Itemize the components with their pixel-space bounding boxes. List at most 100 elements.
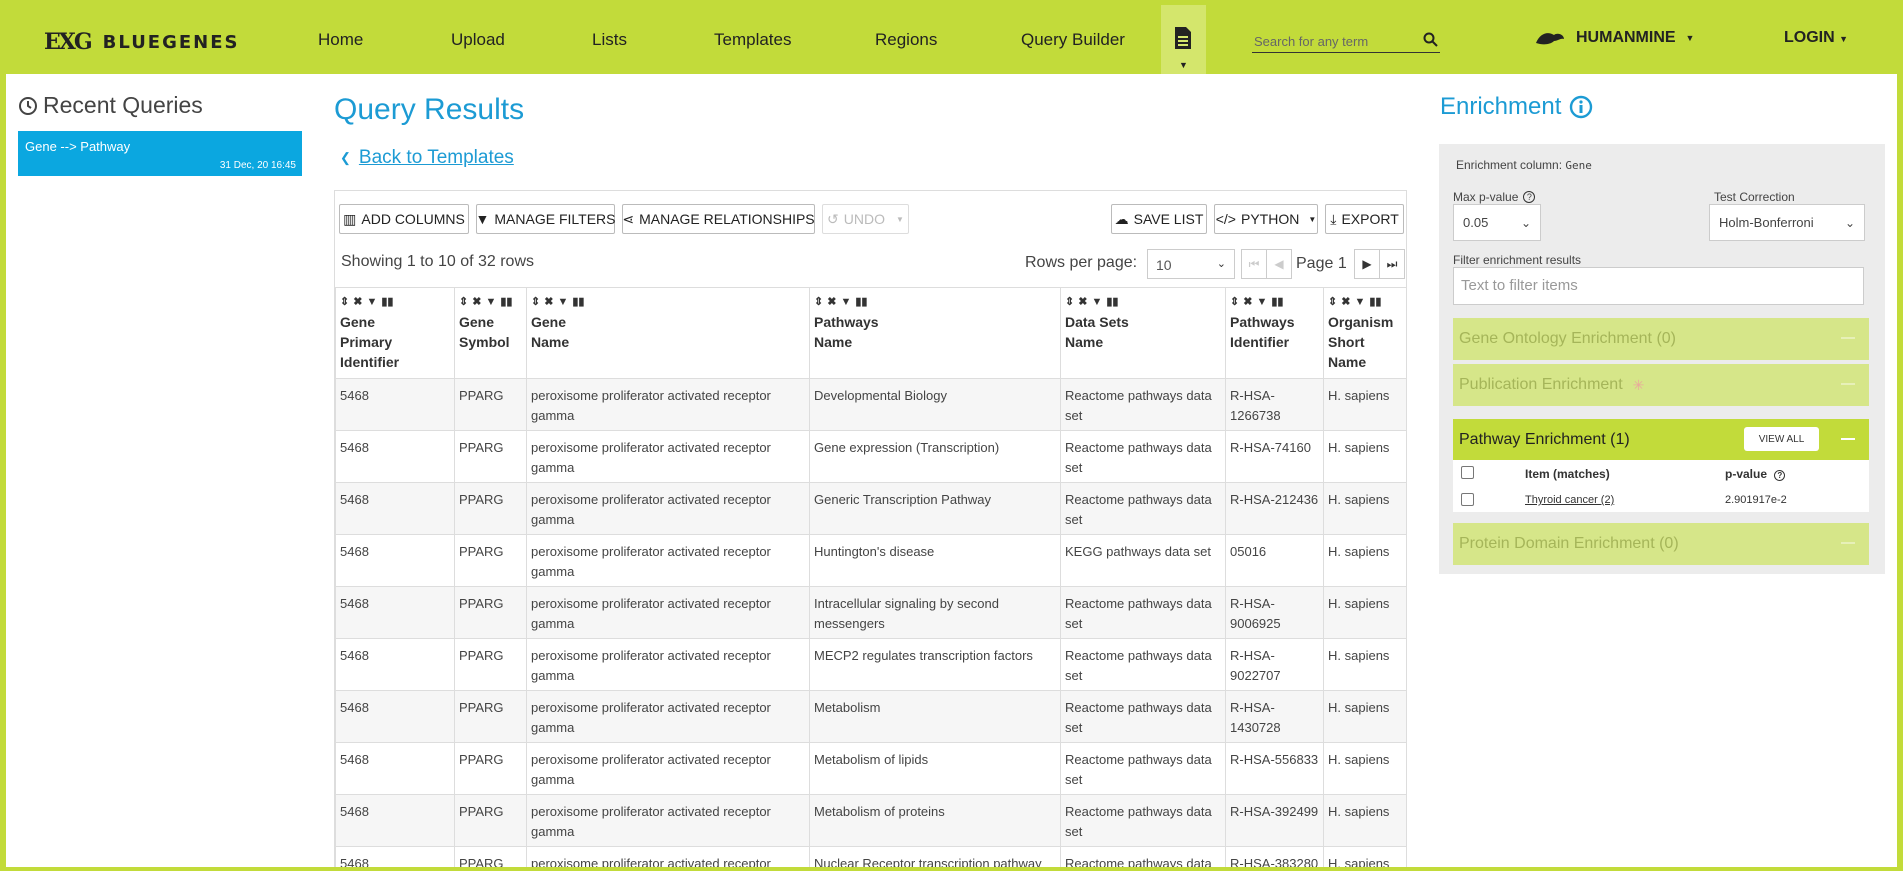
remove-column-icon[interactable]: ✖	[544, 292, 553, 312]
table-row[interactable]: 5468 PPARG peroxisome proliferator activat…	[335, 482, 1407, 535]
table-cell: R-HSA-392499	[1225, 794, 1324, 847]
chart-icon[interactable]: ▮▮	[1106, 292, 1118, 312]
mine-logo-icon	[1536, 33, 1564, 45]
sort-icon[interactable]: ⇕	[531, 292, 540, 312]
collapse-icon[interactable]	[1841, 337, 1855, 339]
recent-query-item[interactable]: Gene --> Pathway 31 Dec, 20 16:45	[18, 131, 302, 176]
pathway-enrichment-section[interactable]: Pathway Enrichment (1) VIEW ALL	[1453, 419, 1869, 461]
protein-domain-enrichment-section[interactable]: Protein Domain Enrichment (0)	[1453, 523, 1869, 565]
brand[interactable]: EXG BLUEGENES	[44, 29, 240, 55]
prev-page-button[interactable]: ◀	[1266, 249, 1292, 279]
table-row[interactable]: 5468 PPARG peroxisome proliferator activat…	[335, 430, 1407, 483]
collapse-icon[interactable]	[1841, 438, 1855, 440]
sort-icon[interactable]: ⇕	[1230, 292, 1239, 312]
test-correction-select[interactable]: Holm-Bonferroni ⌄	[1709, 204, 1865, 241]
table-cell: PPARG	[454, 378, 527, 431]
column-header[interactable]: ⇕ ✖ ▼ ▮▮ Pathways Identifier	[1225, 287, 1324, 379]
search-input[interactable]: Search for any term	[1252, 32, 1440, 53]
go-enrichment-section[interactable]: Gene Ontology Enrichment (0)	[1453, 318, 1869, 360]
filter-icon[interactable]: ▼	[557, 292, 568, 312]
filter-enrichment-input[interactable]: Text to filter items	[1453, 267, 1864, 305]
manage-filters-button[interactable]: ▼ MANAGE FILTERS	[476, 204, 615, 234]
column-header[interactable]: ⇕ ✖ ▼ ▮▮ Gene Symbol	[454, 287, 527, 379]
table-row[interactable]: 5468 PPARG peroxisome proliferator activat…	[335, 638, 1407, 691]
table-row[interactable]: 5468 PPARG peroxisome proliferator activat…	[335, 742, 1407, 795]
filter-icon[interactable]: ▼	[1256, 292, 1267, 312]
remove-column-icon[interactable]: ✖	[1341, 292, 1350, 312]
table-row[interactable]: 5468 PPARG peroxisome proliferator activat…	[335, 378, 1407, 431]
remove-column-icon[interactable]: ✖	[472, 292, 481, 312]
column-tools: ⇕ ✖ ▼ ▮▮	[1065, 294, 1221, 310]
table-row[interactable]: 5468 PPARG peroxisome proliferator activat…	[335, 534, 1407, 587]
search-icon[interactable]	[1423, 32, 1438, 47]
item-checkbox[interactable]	[1461, 493, 1474, 506]
table-cell: peroxisome proliferator activated recept…	[526, 534, 810, 587]
first-page-button[interactable]: ⏮	[1241, 249, 1267, 279]
login-button[interactable]: LOGIN ▼	[1784, 29, 1848, 47]
collapse-icon[interactable]	[1841, 542, 1855, 544]
publication-enrichment-section[interactable]: Publication Enrichment ✳	[1453, 364, 1869, 406]
python-button[interactable]: </> PYTHON ▼	[1214, 204, 1318, 234]
table-cell: Intracellular signaling by second messen…	[809, 586, 1061, 639]
table-row[interactable]: 5468 PPARG peroxisome proliferator activat…	[335, 794, 1407, 847]
sort-icon[interactable]: ⇕	[459, 292, 468, 312]
column-header[interactable]: ⇕ ✖ ▼ ▮▮ Pathways Name	[809, 287, 1061, 379]
remove-column-icon[interactable]: ✖	[827, 292, 836, 312]
column-header[interactable]: ⇕ ✖ ▼ ▮▮ Gene Name	[526, 287, 810, 379]
nav-query-builder[interactable]: Query Builder	[1021, 30, 1125, 50]
back-to-templates-link[interactable]: ❮ Back to Templates	[340, 147, 514, 169]
filter-icon[interactable]: ▼	[485, 292, 496, 312]
table-row[interactable]: 5468 PPARG peroxisome proliferator activat…	[335, 846, 1407, 867]
view-all-button[interactable]: VIEW ALL	[1744, 427, 1819, 451]
max-p-select[interactable]: 0.05 ⌄	[1453, 204, 1541, 241]
document-menu-button[interactable]: ▼	[1161, 5, 1206, 74]
chart-icon[interactable]: ▮▮	[1271, 292, 1283, 312]
export-button[interactable]: ⤓ EXPORT	[1325, 204, 1404, 234]
column-header[interactable]: ⇕ ✖ ▼ ▮▮ Data Sets Name	[1060, 287, 1226, 379]
chart-icon[interactable]: ▮▮	[381, 292, 393, 312]
first-page-icon: ⏮	[1248, 256, 1260, 271]
save-list-button[interactable]: ☁ SAVE LIST	[1111, 204, 1207, 234]
column-header[interactable]: ⇕ ✖ ▼ ▮▮ Organism Short Name	[1323, 287, 1407, 379]
select-all-checkbox[interactable]	[1461, 466, 1474, 479]
help-icon[interactable]: ?	[1523, 191, 1536, 203]
column-header[interactable]: ⇕ ✖ ▼ ▮▮ Gene Primary Identifier	[335, 287, 455, 379]
next-page-button[interactable]: ▶	[1354, 249, 1380, 279]
table-row[interactable]: 5468 PPARG peroxisome proliferator activat…	[335, 690, 1407, 743]
nav-home[interactable]: Home	[318, 30, 363, 50]
undo-button[interactable]: ↺ UNDO ▼	[822, 204, 909, 234]
nav-upload[interactable]: Upload	[451, 30, 505, 50]
rows-per-page-select[interactable]: 10 ⌄	[1147, 249, 1235, 279]
table-cell: Reactome pathways data set	[1060, 742, 1226, 795]
remove-column-icon[interactable]: ✖	[1243, 292, 1252, 312]
chart-icon[interactable]: ▮▮	[572, 292, 584, 312]
manage-relationships-button[interactable]: ⋖ MANAGE RELATIONSHIPS	[622, 204, 815, 234]
nav-lists[interactable]: Lists	[592, 30, 627, 50]
chart-icon[interactable]: ▮▮	[500, 292, 512, 312]
sort-icon[interactable]: ⇕	[1065, 292, 1074, 312]
nav-regions[interactable]: Regions	[875, 30, 937, 50]
filter-icon[interactable]: ▼	[1354, 292, 1365, 312]
mine-selector[interactable]: HUMANMINE ▼	[1534, 29, 1694, 47]
table-row[interactable]: 5468 PPARG peroxisome proliferator activat…	[335, 586, 1407, 639]
collapse-icon[interactable]	[1841, 383, 1855, 385]
sort-icon[interactable]: ⇕	[340, 292, 349, 312]
remove-column-icon[interactable]: ✖	[353, 292, 362, 312]
table-cell: H. sapiens	[1323, 482, 1407, 535]
sort-icon[interactable]: ⇕	[814, 292, 823, 312]
sort-icon[interactable]: ⇕	[1328, 292, 1337, 312]
enrichment-item-link[interactable]: Thyroid cancer (2)	[1525, 494, 1614, 506]
column-tools: ⇕ ✖ ▼ ▮▮	[340, 294, 450, 310]
save-list-label: SAVE LIST	[1133, 211, 1204, 227]
filter-icon[interactable]: ▼	[1091, 292, 1102, 312]
filter-icon[interactable]: ▼	[840, 292, 851, 312]
last-page-button[interactable]: ⏭	[1379, 249, 1405, 279]
add-columns-button[interactable]: ▥ ADD COLUMNS	[339, 204, 469, 234]
chart-icon[interactable]: ▮▮	[855, 292, 867, 312]
help-icon[interactable]: ?	[1774, 470, 1786, 481]
info-icon[interactable]	[1569, 95, 1593, 119]
chart-icon[interactable]: ▮▮	[1369, 292, 1381, 312]
filter-icon[interactable]: ▼	[366, 292, 377, 312]
nav-templates[interactable]: Templates	[714, 30, 791, 50]
remove-column-icon[interactable]: ✖	[1078, 292, 1087, 312]
